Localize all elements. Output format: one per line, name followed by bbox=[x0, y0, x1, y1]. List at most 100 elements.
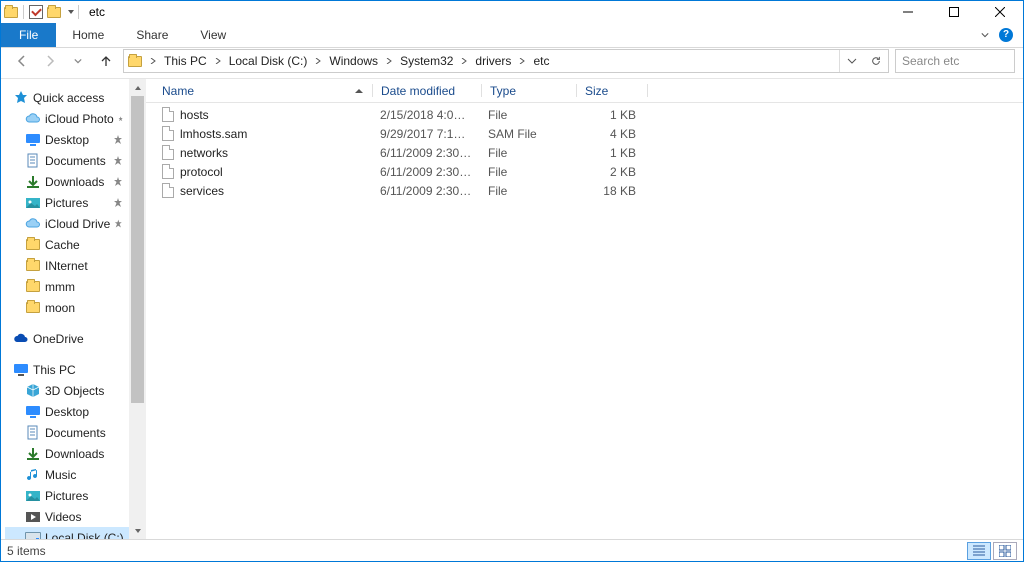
file-type: File bbox=[480, 184, 574, 198]
column-name[interactable]: Name bbox=[154, 79, 372, 102]
chevron-right-icon[interactable] bbox=[384, 50, 394, 72]
breadcrumb-segment[interactable]: etc bbox=[527, 50, 555, 72]
file-date: 6/11/2009 2:30 AM bbox=[372, 165, 480, 179]
tree-item-label: Cache bbox=[45, 238, 80, 252]
tab-view[interactable]: View bbox=[184, 23, 242, 47]
status-bar: 5 items bbox=[1, 539, 1023, 561]
refresh-button[interactable] bbox=[864, 50, 888, 72]
chevron-right-icon[interactable] bbox=[213, 50, 223, 72]
back-button[interactable] bbox=[11, 50, 33, 72]
sidebar-scrollbar[interactable] bbox=[129, 79, 146, 539]
tree-item-icloud-photo[interactable]: iCloud Photo bbox=[5, 108, 129, 129]
tab-share[interactable]: Share bbox=[120, 23, 184, 47]
file-date: 6/11/2009 2:30 AM bbox=[372, 184, 480, 198]
address-dropdown-button[interactable] bbox=[840, 50, 864, 72]
tree-item-label: Documents bbox=[45, 154, 106, 168]
scroll-thumb[interactable] bbox=[131, 96, 144, 403]
file-name: hosts bbox=[180, 108, 209, 122]
scroll-up-button[interactable] bbox=[129, 79, 146, 96]
file-row[interactable]: networks6/11/2009 2:30 AMFile1 KB bbox=[146, 143, 1023, 162]
file-row[interactable]: protocol6/11/2009 2:30 AMFile2 KB bbox=[146, 162, 1023, 181]
recent-locations-button[interactable] bbox=[67, 50, 89, 72]
tree-item-icloud-drive[interactable]: iCloud Drive bbox=[5, 213, 129, 234]
pictures-icon bbox=[25, 488, 41, 504]
chevron-right-icon[interactable] bbox=[517, 50, 527, 72]
title-bar: etc bbox=[1, 1, 1023, 23]
tree-item-label: Music bbox=[45, 468, 76, 482]
column-type[interactable]: Type bbox=[482, 79, 576, 102]
pin-icon bbox=[113, 177, 123, 187]
tree-item-label: Videos bbox=[45, 510, 81, 524]
column-size[interactable]: Size bbox=[577, 79, 647, 102]
qat-dropdown-icon[interactable] bbox=[68, 10, 74, 14]
forward-button[interactable] bbox=[39, 50, 61, 72]
address-bar[interactable]: This PC Local Disk (C:) Windows System32 dri… bbox=[123, 49, 889, 73]
tree-item-pictures[interactable]: Pictures bbox=[5, 192, 129, 213]
breadcrumb-segment[interactable]: drivers bbox=[469, 50, 517, 72]
tree-item-cache[interactable]: Cache bbox=[5, 234, 129, 255]
tree-item-desktop[interactable]: Desktop bbox=[5, 129, 129, 150]
qat: etc bbox=[1, 1, 105, 23]
file-row[interactable]: services6/11/2009 2:30 AMFile18 KB bbox=[146, 181, 1023, 200]
file-name: networks bbox=[180, 146, 228, 160]
desktop-icon bbox=[25, 132, 41, 148]
tree-item-local-disk-c-[interactable]: Local Disk (C:) bbox=[5, 527, 129, 539]
help-icon[interactable] bbox=[999, 28, 1013, 42]
tree-item-internet[interactable]: INternet bbox=[5, 255, 129, 276]
sort-ascending-icon bbox=[355, 89, 363, 93]
tree-quick-access[interactable]: Quick access bbox=[5, 87, 129, 108]
body: Quick accessiCloud PhotoDesktopDocuments… bbox=[1, 78, 1023, 539]
file-size: 2 KB bbox=[574, 165, 644, 179]
tree-item-videos[interactable]: Videos bbox=[5, 506, 129, 527]
up-button[interactable] bbox=[95, 50, 117, 72]
tree-item-downloads[interactable]: Downloads bbox=[5, 171, 129, 192]
tree-item-mmm[interactable]: mmm bbox=[5, 276, 129, 297]
chevron-right-icon[interactable] bbox=[313, 50, 323, 72]
tree-item-label: moon bbox=[45, 301, 75, 315]
tab-home[interactable]: Home bbox=[56, 23, 120, 47]
file-type: File bbox=[480, 165, 574, 179]
pin-icon bbox=[113, 198, 123, 208]
icloud-icon bbox=[25, 111, 41, 127]
documents-icon bbox=[25, 153, 41, 169]
breadcrumb-segment[interactable]: Windows bbox=[323, 50, 384, 72]
tree-item-music[interactable]: Music bbox=[5, 464, 129, 485]
pin-icon bbox=[118, 114, 123, 124]
column-date-modified[interactable]: Date modified bbox=[373, 79, 481, 102]
scroll-track[interactable] bbox=[129, 96, 146, 522]
scroll-down-button[interactable] bbox=[129, 522, 146, 539]
large-icons-view-button[interactable] bbox=[993, 542, 1017, 560]
tree-item-3d-objects[interactable]: 3D Objects bbox=[5, 380, 129, 401]
pictures-icon bbox=[25, 195, 41, 211]
tree-item-label: Downloads bbox=[45, 175, 104, 189]
tree-item-documents[interactable]: Documents bbox=[5, 150, 129, 171]
tree-item-moon[interactable]: moon bbox=[5, 297, 129, 318]
minimize-button[interactable] bbox=[885, 1, 931, 23]
tree-item-documents[interactable]: Documents bbox=[5, 422, 129, 443]
breadcrumb-segment[interactable]: Local Disk (C:) bbox=[223, 50, 314, 72]
search-input[interactable] bbox=[902, 54, 1024, 68]
file-list[interactable]: hosts2/15/2018 4:08 PMFile1 KBlmhosts.sa… bbox=[146, 103, 1023, 539]
explorer-window: etc File HomeShareView This PC Local Disk… bbox=[0, 0, 1024, 562]
tree-onedrive[interactable]: OneDrive bbox=[5, 328, 129, 349]
properties-icon[interactable] bbox=[28, 4, 44, 20]
tree-item-desktop[interactable]: Desktop bbox=[5, 401, 129, 422]
folder-icon[interactable] bbox=[46, 4, 62, 20]
tree-item-downloads[interactable]: Downloads bbox=[5, 443, 129, 464]
tree-item-label: iCloud Photo bbox=[45, 112, 114, 126]
search-box[interactable] bbox=[895, 49, 1015, 73]
close-button[interactable] bbox=[977, 1, 1023, 23]
details-view-button[interactable] bbox=[967, 542, 991, 560]
tree-this-pc[interactable]: This PC bbox=[5, 359, 129, 380]
ribbon-expand-icon[interactable] bbox=[981, 28, 989, 42]
file-row[interactable]: hosts2/15/2018 4:08 PMFile1 KB bbox=[146, 105, 1023, 124]
chevron-right-icon[interactable] bbox=[459, 50, 469, 72]
breadcrumb-segment[interactable]: This PC bbox=[158, 50, 213, 72]
maximize-button[interactable] bbox=[931, 1, 977, 23]
breadcrumb-segment[interactable]: System32 bbox=[394, 50, 459, 72]
chevron-right-icon[interactable] bbox=[148, 50, 158, 72]
address-folder-icon[interactable] bbox=[124, 50, 148, 72]
tree-item-pictures[interactable]: Pictures bbox=[5, 485, 129, 506]
tab-file[interactable]: File bbox=[1, 23, 56, 47]
file-row[interactable]: lmhosts.sam9/29/2017 7:14 PMSAM File4 KB bbox=[146, 124, 1023, 143]
